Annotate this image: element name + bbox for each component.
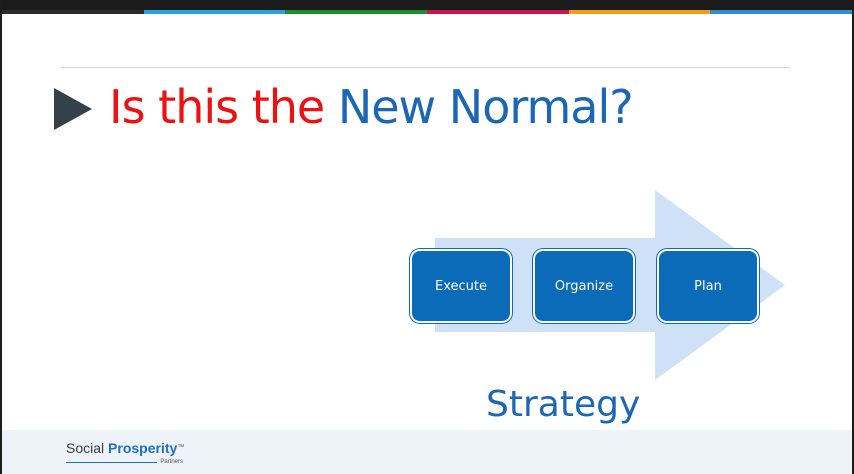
- logo-subtitle: Partners: [66, 459, 183, 465]
- logo-trademark: ™: [177, 444, 185, 451]
- logo-word-prosperity: Prosperity: [108, 440, 178, 456]
- logo-word-social: Social: [66, 440, 109, 456]
- logo-subtitle-text: Partners: [160, 459, 183, 465]
- step-box-organize[interactable]: Organize: [533, 249, 635, 323]
- process-diagram: [435, 190, 785, 380]
- step-box-execute[interactable]: Execute: [410, 249, 512, 323]
- step-box-plan[interactable]: Plan: [657, 249, 759, 323]
- logo-underline: [66, 461, 158, 463]
- step-label: Plan: [694, 278, 722, 294]
- step-label: Execute: [435, 278, 487, 294]
- slide: Is this the New Normal? Execute Organize…: [0, 0, 854, 474]
- diagram-caption: Strategy: [486, 384, 641, 425]
- company-logo: Social Prosperity™: [66, 440, 184, 456]
- step-label: Organize: [554, 278, 614, 294]
